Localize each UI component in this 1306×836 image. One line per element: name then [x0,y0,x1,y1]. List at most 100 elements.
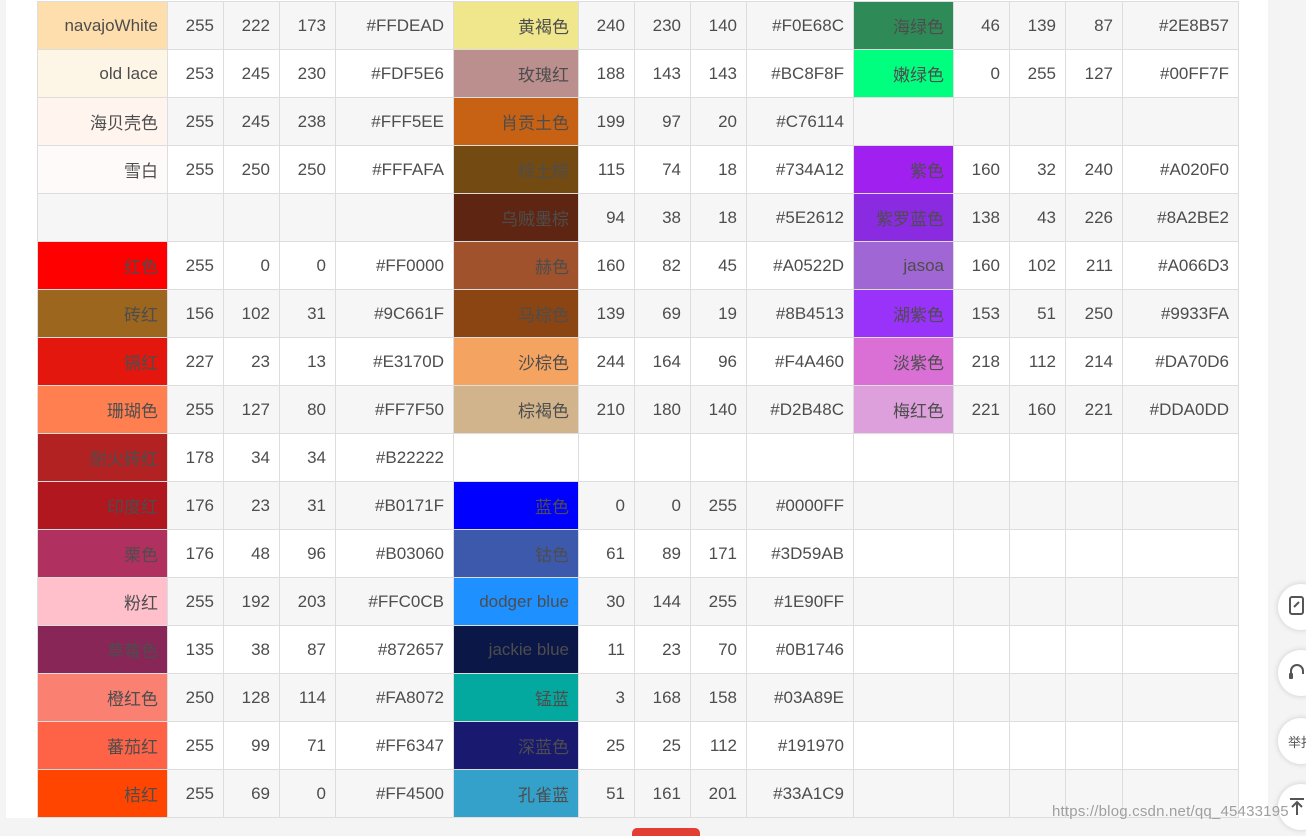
b-cell: 0 [279,769,336,818]
color-swatch-name: 蓝色 [453,481,579,530]
customer-service-button[interactable] [1278,650,1306,696]
table-row: old lace 253 245 230 #FDF5E6 玫瑰红 188 143 143 #BC8… [37,49,1239,98]
hex-cell: #FFF5EE [335,97,454,146]
b-cell: 31 [279,481,336,530]
r-cell: 210 [578,385,635,434]
hex-cell: #E3170D [335,337,454,386]
g-cell: 192 [223,577,280,626]
color-swatch-name: 橙红色 [37,673,168,722]
g-cell [634,433,691,482]
hex-cell: #0000FF [746,481,854,530]
hex-cell: #8A2BE2 [1122,193,1239,242]
color-swatch-name: 嫩绿色 [853,49,954,98]
r-cell: 139 [578,289,635,338]
b-cell: 71 [279,721,336,770]
table-row: 镉红 227 23 13 #E3170D 沙棕色 244 164 96 #F4A460 淡紫色 218… [37,337,1239,386]
r-cell [953,577,1010,626]
color-table: navajoWhite 255 222 173 #FFDEAD 黄褐色 240 230 140 #… [37,1,1239,818]
g-cell: 48 [223,529,280,578]
g-cell [1009,577,1066,626]
color-swatch-name: 孔雀蓝 [453,769,579,818]
color-swatch-name: 紫色 [853,145,954,194]
b-cell: 96 [279,529,336,578]
g-cell: 102 [1009,241,1066,290]
color-swatch-name: 镉红 [37,337,168,386]
hex-cell: #872657 [335,625,454,674]
report-button[interactable]: 举报 [1278,718,1306,764]
b-cell: 240 [1065,145,1123,194]
color-swatch-name: 栗色 [37,529,168,578]
b-cell: 87 [1065,1,1123,50]
g-cell: 89 [634,529,691,578]
b-cell: 201 [690,769,747,818]
b-cell: 18 [690,145,747,194]
color-swatch-name: 乌贼墨棕 [453,193,579,242]
g-cell [223,193,280,242]
color-swatch-name: old lace [37,49,168,98]
b-cell: 18 [690,193,747,242]
r-cell: 11 [578,625,635,674]
g-cell: 0 [634,481,691,530]
r-cell [578,433,635,482]
table-row: 粉红 255 192 203 #FFC0CB dodger blue 30 144 255 #1E… [37,577,1239,626]
r-cell: 218 [953,337,1010,386]
g-cell: 255 [1009,49,1066,98]
hex-cell: #A0522D [746,241,854,290]
r-cell: 160 [953,241,1010,290]
g-cell: 144 [634,577,691,626]
hex-cell: #C76114 [746,97,854,146]
color-swatch-name: 印度红 [37,481,168,530]
b-cell: 140 [690,1,747,50]
b-cell: 20 [690,97,747,146]
g-cell [1009,625,1066,674]
color-swatch-name: 草莓色 [37,625,168,674]
g-cell: 160 [1009,385,1066,434]
r-cell: 250 [167,673,224,722]
r-cell: 138 [953,193,1010,242]
g-cell: 23 [223,337,280,386]
b-cell: 230 [279,49,336,98]
hex-cell [335,193,454,242]
r-cell: 255 [167,577,224,626]
g-cell: 69 [223,769,280,818]
color-swatch-name: navajoWhite [37,1,168,50]
hex-cell [1122,673,1239,722]
g-cell: 38 [223,625,280,674]
b-cell: 221 [1065,385,1123,434]
color-swatch-name [853,673,954,722]
color-swatch-name [853,769,954,818]
color-swatch-name: 珊瑚色 [37,385,168,434]
color-swatch-name: 棕土棕 [453,145,579,194]
hex-cell: #FF4500 [335,769,454,818]
g-cell: 69 [634,289,691,338]
color-swatch-name [853,529,954,578]
document-edit-icon [1288,595,1306,620]
b-cell: 80 [279,385,336,434]
g-cell: 38 [634,193,691,242]
g-cell [1009,673,1066,722]
hex-cell: #5E2612 [746,193,854,242]
hex-cell: #BC8F8F [746,49,854,98]
color-swatch-name: 粉红 [37,577,168,626]
g-cell: 127 [223,385,280,434]
g-cell: 143 [634,49,691,98]
g-cell: 23 [223,481,280,530]
r-cell [953,673,1010,722]
b-cell: 140 [690,385,747,434]
edit-doc-button[interactable] [1278,584,1306,630]
color-swatch-name [853,97,954,146]
b-cell: 13 [279,337,336,386]
color-swatch-name: 马棕色 [453,289,579,338]
r-cell: 255 [167,241,224,290]
r-cell: 255 [167,145,224,194]
r-cell: 255 [167,1,224,50]
bottom-red-tab[interactable] [632,828,700,836]
hex-cell [1122,481,1239,530]
g-cell: 250 [223,145,280,194]
b-cell: 171 [690,529,747,578]
b-cell: 96 [690,337,747,386]
b-cell [1065,529,1123,578]
r-cell: 199 [578,97,635,146]
r-cell: 153 [953,289,1010,338]
b-cell: 203 [279,577,336,626]
